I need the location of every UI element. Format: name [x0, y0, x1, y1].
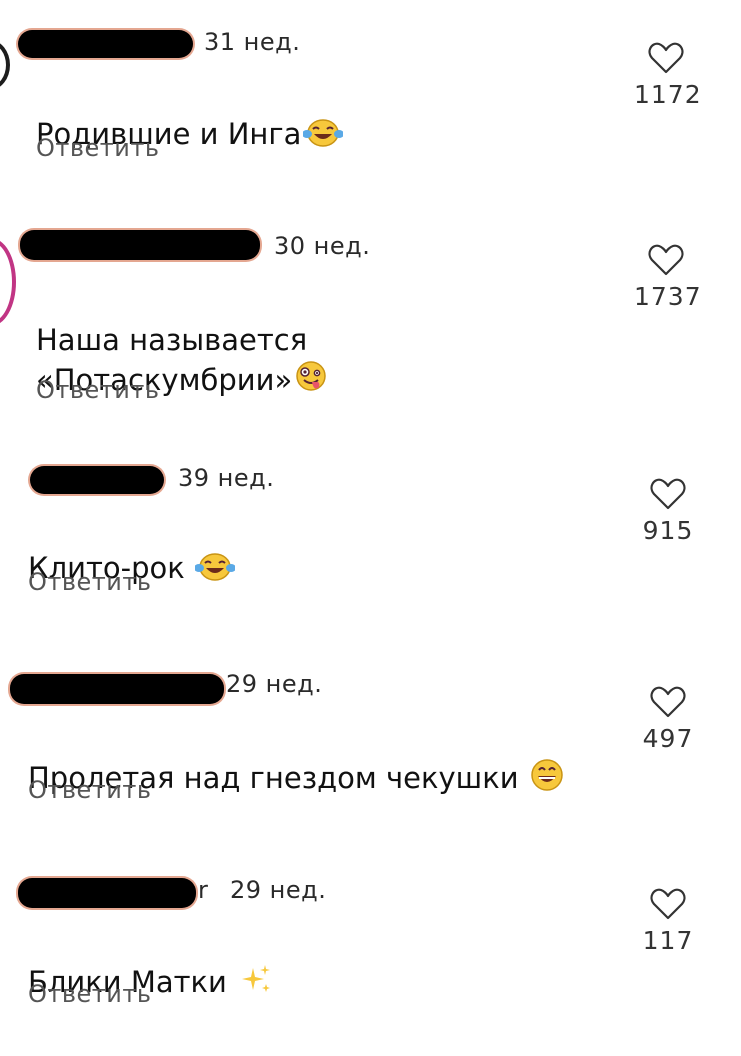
comment-item: 39 нед. Клито-рок Ответить 915: [0, 446, 741, 646]
redacted-username[interactable]: [18, 878, 196, 908]
redacted-username[interactable]: [10, 674, 224, 704]
reply-button[interactable]: Ответить: [28, 776, 151, 804]
like-button[interactable]: 1172: [634, 42, 702, 109]
reply-button[interactable]: Ответить: [28, 980, 151, 1008]
heart-outline-icon: [650, 478, 686, 510]
username-fragment: r: [198, 876, 209, 904]
zany-face-emoji: [294, 360, 328, 404]
heart-outline-icon: [650, 686, 686, 718]
reply-button[interactable]: Ответить: [28, 568, 151, 596]
comment-timestamp: 39 нед.: [178, 464, 275, 492]
like-button[interactable]: 497: [636, 686, 700, 753]
heart-outline-icon: [650, 888, 686, 920]
avatar[interactable]: [0, 238, 16, 326]
grinning-face-emoji: [529, 758, 565, 802]
sparkles-emoji: [239, 962, 273, 1006]
like-button[interactable]: 117: [636, 888, 700, 955]
redacted-username[interactable]: [20, 230, 260, 260]
comment-item: r 29 нед. Блики Матки Ответить 117: [0, 856, 741, 1056]
like-count: 1737: [634, 282, 702, 311]
reply-button[interactable]: Ответить: [36, 376, 159, 404]
like-count: 1172: [634, 80, 702, 109]
reply-button[interactable]: Ответить: [36, 134, 159, 162]
tears-of-joy-emoji: [302, 118, 345, 158]
heart-outline-icon: [648, 42, 684, 74]
comment-item: 31 нед. Родившие и Инга Ответить 1172: [0, 0, 741, 200]
tears-of-joy-emoji: [193, 552, 236, 592]
like-count: 117: [642, 926, 694, 955]
comment-timestamp: 29 нед.: [226, 670, 323, 698]
comment-item: 29 нед. Пролетая над гнездом чекушки Отв…: [0, 650, 741, 850]
like-button[interactable]: 1737: [634, 244, 702, 311]
comment-timestamp: 30 нед.: [274, 232, 371, 260]
comment-timestamp: 29 нед.: [230, 876, 327, 904]
like-count: 915: [642, 516, 694, 545]
avatar[interactable]: [0, 40, 10, 90]
redacted-username[interactable]: [18, 30, 193, 58]
comment-timestamp: 31 нед.: [204, 28, 301, 56]
comment-item: 30 нед. Наша называется «Потаскумбрии» О…: [0, 210, 741, 410]
redacted-username[interactable]: [30, 466, 164, 494]
heart-outline-icon: [648, 244, 684, 276]
like-button[interactable]: 915: [636, 478, 700, 545]
like-count: 497: [642, 724, 694, 753]
